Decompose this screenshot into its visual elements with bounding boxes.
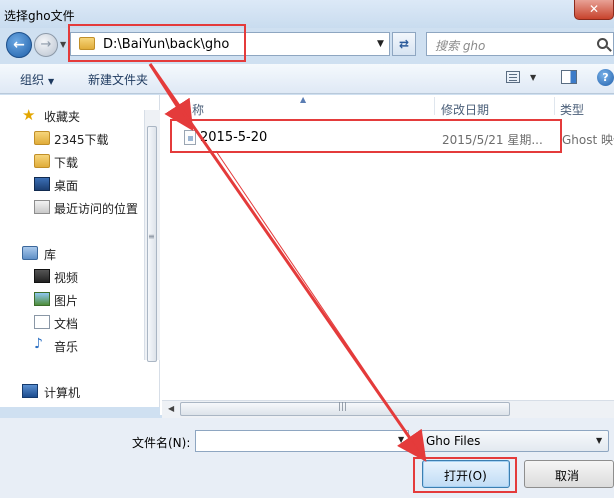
new-folder-button[interactable]: 新建文件夹	[88, 71, 148, 88]
chevron-down-icon[interactable]: ▼	[530, 73, 536, 82]
library-icon	[22, 246, 38, 260]
sidebar-label: 图片	[54, 294, 79, 308]
desktop-icon	[34, 177, 50, 191]
document-icon	[34, 315, 50, 329]
sidebar-label: 下载	[54, 156, 79, 170]
sidebar-label: 计算机	[44, 386, 81, 400]
filename-field[interactable]	[195, 430, 409, 452]
forward-button[interactable]: →	[34, 33, 58, 57]
sort-ascending-icon: ▲	[300, 95, 307, 104]
sidebar-label: 文档	[54, 317, 79, 331]
preview-pane-icon[interactable]	[561, 70, 577, 84]
scroll-left-icon[interactable]: ◀	[168, 404, 174, 413]
chevron-down-icon: ▼	[48, 77, 55, 86]
sidebar-scrollbar-thumb[interactable]	[147, 126, 157, 362]
sidebar-label: 音乐	[54, 340, 79, 354]
search-icon	[597, 38, 608, 49]
back-button[interactable]: ←	[6, 32, 32, 58]
view-options-icon[interactable]	[506, 71, 520, 83]
sidebar-label: 2345下载	[54, 133, 109, 147]
file-highlight-box	[170, 119, 562, 153]
recent-locations-dropdown[interactable]: ▼	[60, 40, 66, 49]
sidebar-label: 最近访问的位置	[54, 202, 139, 216]
picture-icon	[34, 292, 50, 306]
search-placeholder: 搜索 gho	[435, 39, 486, 53]
close-button[interactable]: ✕	[574, 0, 614, 20]
video-icon	[34, 269, 50, 283]
file-type: Ghost 映像	[562, 133, 614, 147]
sidebar-label: 收藏夹	[44, 110, 81, 124]
column-divider[interactable]	[434, 97, 435, 115]
downloads-folder-icon	[34, 154, 50, 168]
organize-button[interactable]: 组织 ▼	[20, 71, 54, 88]
file-type-filter-value: Gho Files	[426, 434, 481, 448]
organize-label: 组织	[20, 73, 45, 87]
music-icon: ♪	[34, 336, 43, 352]
column-divider[interactable]	[554, 97, 555, 115]
recent-places-icon	[34, 200, 50, 214]
arrow-left-icon: ←	[13, 37, 25, 53]
grip-icon: |||	[338, 402, 348, 412]
column-header-type[interactable]: 类型	[560, 101, 584, 123]
star-icon: ★	[22, 106, 36, 124]
computer-icon	[22, 384, 38, 398]
arrow-right-icon: →	[40, 37, 52, 52]
address-highlight-box	[68, 24, 246, 62]
open-button-highlight-box	[413, 457, 517, 493]
help-icon[interactable]: ?	[597, 69, 614, 86]
folder-icon	[34, 131, 50, 145]
file-open-dialog: 选择gho文件 ✕ ← → ▼ D:\BaiYun\back\gho ▼ ⇄ 搜…	[0, 0, 614, 498]
cancel-button-label: 取消	[555, 469, 580, 483]
refresh-icon: ⇄	[398, 37, 410, 51]
close-icon: ✕	[588, 2, 600, 16]
chevron-down-icon[interactable]: ▼	[377, 39, 384, 49]
window-title: 选择gho文件	[4, 9, 75, 23]
chevron-down-icon[interactable]: ▼	[398, 435, 404, 444]
sidebar-label: 桌面	[54, 179, 79, 193]
search-input[interactable]: 搜索 gho	[426, 32, 614, 56]
grip-icon: ≡	[148, 232, 155, 241]
sidebar-label: 视频	[54, 271, 79, 285]
refresh-button[interactable]: ⇄	[392, 32, 416, 56]
sidebar-label: 库	[44, 248, 57, 262]
chevron-down-icon[interactable]: ▼	[596, 436, 602, 445]
command-bar: 组织 ▼ 新建文件夹	[0, 64, 614, 94]
filename-label: 文件名(N):	[132, 436, 191, 450]
